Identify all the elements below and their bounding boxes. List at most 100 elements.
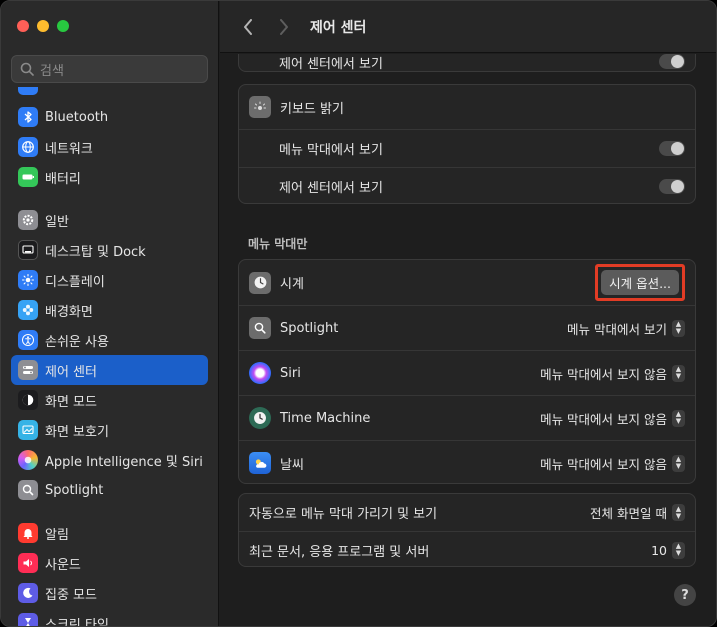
keyboard-menubar-toggle[interactable]	[659, 141, 685, 156]
clock-icon	[249, 271, 271, 294]
time-machine-label: Time Machine	[280, 410, 371, 426]
recent-items-label: 최근 문서, 응용 프로그램 및 서버	[249, 544, 430, 560]
sidebar-item-label: 알림	[45, 527, 69, 543]
auto-hide-menubar-row: 자동으로 메뉴 막대 가리기 및 보기 전체 화면일 때 ▲ ▼	[239, 494, 695, 531]
chevron-updown-icon: ▲ ▼	[672, 364, 685, 382]
time-machine-popup[interactable]: 메뉴 막대에서 보지 않음 ▲ ▼	[540, 409, 685, 428]
spotlight-icon	[18, 480, 38, 500]
sidebar-item-label: 데스크탑 및 Dock	[45, 244, 146, 260]
spotlight-icon	[249, 317, 271, 339]
weather-popup-value: 메뉴 막대에서 보지 않음	[540, 456, 667, 472]
dock-icon	[18, 240, 38, 260]
time-machine-row: Time Machine 메뉴 막대에서 보지 않음 ▲ ▼	[239, 395, 695, 440]
sidebar-item-label: 화면 보호기	[45, 424, 109, 440]
sidebar-item-label: Spotlight	[45, 482, 104, 498]
search-icon	[20, 62, 34, 76]
sidebar-item-label: 일반	[45, 214, 69, 230]
toolbar: 제어 센터	[220, 1, 716, 53]
forward-button[interactable]	[270, 13, 298, 41]
weather-icon	[249, 452, 271, 474]
sidebar-item-label: 배경화면	[45, 304, 93, 320]
partial-row: 제어 센터에서 보기	[239, 54, 695, 72]
weather-popup[interactable]: 메뉴 막대에서 보지 않음 ▲ ▼	[540, 454, 685, 473]
flower-icon	[18, 300, 38, 320]
recent-items-value: 10	[651, 542, 667, 558]
settings-content: 제어 센터에서 보기 키보드 밝기 메뉴 막대에서 보기 제어 센터에서 보기	[220, 54, 716, 626]
recent-items-popup[interactable]: 10 ▲ ▼	[651, 541, 685, 559]
keyboard-control-center-row: 제어 센터에서 보기	[239, 167, 695, 205]
sidebar-item-sound[interactable]: 사운드	[11, 548, 208, 578]
siri-icon	[18, 450, 38, 470]
chevron-updown-icon: ▲ ▼	[672, 541, 685, 559]
sidebar-item-notifications[interactable]: 알림	[11, 518, 208, 548]
back-button[interactable]	[234, 13, 262, 41]
sidebar-item-label: 배터리	[45, 171, 81, 187]
partial-row-label: 제어 센터에서 보기	[279, 57, 383, 72]
screensaver-icon	[18, 420, 38, 440]
siri-popup[interactable]: 메뉴 막대에서 보지 않음 ▲ ▼	[540, 364, 685, 383]
clock-options-button[interactable]: 시계 옵션...	[601, 270, 679, 295]
spotlight-row: Spotlight 메뉴 막대에서 보기 ▲ ▼	[239, 305, 695, 350]
control-center-icon	[18, 360, 38, 380]
keyboard-control-center-toggle[interactable]	[659, 179, 685, 194]
help-button[interactable]: ?	[674, 584, 696, 606]
auto-hide-menubar-label: 자동으로 메뉴 막대 가리기 및 보기	[249, 507, 438, 522]
keyboard-brightness-card: 키보드 밝기 메뉴 막대에서 보기 제어 센터에서 보기	[238, 84, 696, 204]
sidebar-item-spotlight[interactable]: Spotlight	[11, 475, 208, 505]
time-machine-icon	[249, 407, 271, 429]
sidebar-item-accessibility[interactable]: 손쉬운 사용	[11, 325, 208, 355]
system-settings-window: 검색 Bluetooth 네트워크 배터리 일반 데스크탑 및 Dock 디스플…	[0, 0, 717, 627]
sidebar-item-appearance[interactable]: 화면 모드	[11, 385, 208, 415]
menu-bar-options-card: 자동으로 메뉴 막대 가리기 및 보기 전체 화면일 때 ▲ ▼ 최근 문서, 응…	[238, 493, 696, 567]
auto-hide-menubar-popup[interactable]: 전체 화면일 때 ▲ ▼	[590, 503, 685, 522]
bell-icon	[18, 523, 38, 543]
sidebar-item-control-center[interactable]: 제어 센터	[11, 355, 208, 385]
bluetooth-icon	[18, 107, 38, 127]
keyboard-menubar-row: 메뉴 막대에서 보기	[239, 129, 695, 167]
zoom-button[interactable]	[57, 20, 69, 32]
chevron-updown-icon: ▲ ▼	[672, 454, 685, 472]
page-title: 제어 센터	[310, 19, 367, 36]
accessibility-icon	[18, 330, 38, 350]
siri-popup-value: 메뉴 막대에서 보지 않음	[540, 366, 667, 382]
globe-icon	[18, 137, 38, 157]
sidebar-item-label: Bluetooth	[45, 109, 109, 125]
sidebar-item-label: 화면 모드	[45, 394, 97, 410]
sidebar-item-screensaver[interactable]: 화면 보호기	[11, 415, 208, 445]
sidebar-item-bluetooth[interactable]: Bluetooth	[11, 102, 208, 132]
search-field[interactable]: 검색	[11, 55, 208, 83]
sidebar: 검색 Bluetooth 네트워크 배터리 일반 데스크탑 및 Dock 디스플…	[1, 1, 219, 627]
sun-icon	[18, 270, 38, 290]
sidebar-item-label: 사운드	[45, 557, 81, 573]
chevron-updown-icon: ▲ ▼	[672, 319, 685, 337]
battery-icon	[18, 167, 38, 187]
sidebar-item-network[interactable]: 네트워크	[11, 132, 208, 162]
minimize-button[interactable]	[37, 20, 49, 32]
sidebar-item-focus[interactable]: 집중 모드	[11, 578, 208, 608]
weather-label: 날씨	[280, 457, 304, 473]
sidebar-item-partial[interactable]	[11, 83, 208, 95]
sidebar-item-general[interactable]: 일반	[11, 205, 208, 235]
recent-items-row: 최근 문서, 응용 프로그램 및 서버 10 ▲ ▼	[239, 531, 695, 568]
spotlight-popup[interactable]: 메뉴 막대에서 보기 ▲ ▼	[567, 319, 685, 338]
sidebar-item-label: 손쉬운 사용	[45, 334, 109, 350]
partial-row-toggle[interactable]	[659, 54, 685, 69]
sidebar-item-label: 제어 센터	[45, 364, 97, 380]
weather-row: 날씨 메뉴 막대에서 보지 않음 ▲ ▼	[239, 440, 695, 485]
speaker-icon	[18, 553, 38, 573]
sidebar-item-label: 스크린 타임	[45, 617, 109, 627]
sidebar-item-battery[interactable]: 배터리	[11, 162, 208, 192]
time-machine-popup-value: 메뉴 막대에서 보지 않음	[540, 411, 667, 427]
sidebar-item-screen-time[interactable]: 스크린 타임	[11, 608, 208, 627]
sidebar-item-desktop-dock[interactable]: 데스크탑 및 Dock	[11, 235, 208, 265]
close-button[interactable]	[17, 20, 29, 32]
sidebar-item-display[interactable]: 디스플레이	[11, 265, 208, 295]
sidebar-item-apple-intelligence-siri[interactable]: Apple Intelligence 및 Siri	[11, 445, 208, 475]
spotlight-popup-value: 메뉴 막대에서 보기	[567, 321, 667, 337]
sidebar-item-label: 디스플레이	[45, 274, 105, 290]
sidebar-item-wallpaper[interactable]: 배경화면	[11, 295, 208, 325]
sidebar-item-label: Apple Intelligence 및 Siri	[45, 454, 203, 470]
clock-options-highlight: 시계 옵션...	[595, 264, 685, 301]
siri-row: Siri 메뉴 막대에서 보지 않음 ▲ ▼	[239, 350, 695, 395]
wifi-icon	[18, 87, 38, 95]
